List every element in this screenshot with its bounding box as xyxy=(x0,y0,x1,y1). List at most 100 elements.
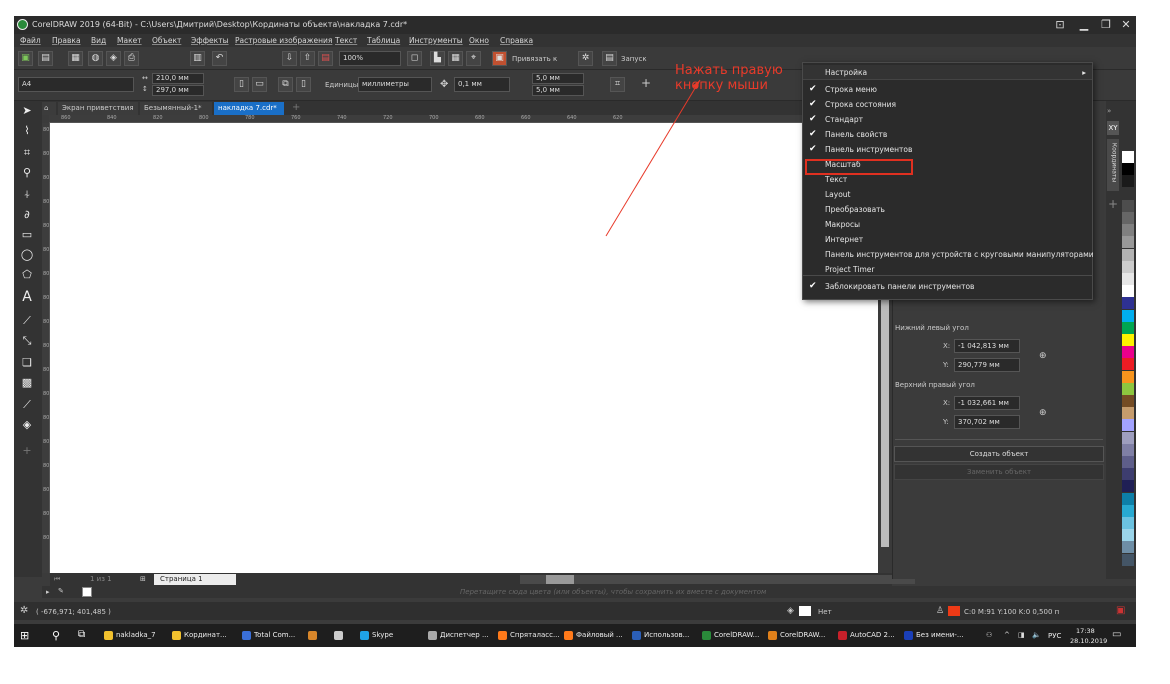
color-swatch[interactable] xyxy=(1122,382,1134,395)
menu-table[interactable]: Таблица xyxy=(367,36,400,45)
color-swatch[interactable] xyxy=(1122,468,1134,481)
shape-tool-icon[interactable]: ⌇ xyxy=(19,123,35,139)
color-swatch[interactable] xyxy=(1122,492,1134,505)
taskbar-app[interactable]: CorelDRAW... xyxy=(702,627,759,644)
duplicate-y-field[interactable]: 5,0 мм xyxy=(532,85,584,96)
fill-bucket-icon[interactable]: ◈ xyxy=(787,606,794,616)
text-tool-icon[interactable]: A xyxy=(19,289,35,305)
tray-up-icon[interactable]: ^ xyxy=(1004,631,1010,639)
menu-item[interactable]: ✔ Панель инструментов xyxy=(803,142,1092,157)
eyedropper-icon[interactable]: ⟋ xyxy=(19,397,35,413)
color-swatch[interactable] xyxy=(1122,273,1134,285)
snap-toggle-icon[interactable]: ▣ xyxy=(492,51,507,66)
color-swatch[interactable] xyxy=(1122,309,1134,322)
show-grid-icon[interactable]: ▦ xyxy=(448,51,463,66)
color-swatch[interactable] xyxy=(1122,285,1134,298)
portrait-icon[interactable]: ▯ xyxy=(234,77,249,92)
color-swatch[interactable] xyxy=(1122,151,1134,163)
menu-object[interactable]: Объект xyxy=(152,36,181,45)
color-swatch[interactable] xyxy=(1122,395,1134,407)
color-swatch[interactable] xyxy=(1122,443,1134,456)
home-icon[interactable]: ⌂ xyxy=(42,102,56,115)
taskbar-app[interactable]: Спряталасс... xyxy=(498,627,560,644)
add-icon[interactable]: + xyxy=(641,76,651,90)
start-windows-icon[interactable]: ⊞ xyxy=(20,629,29,642)
color-swatch[interactable] xyxy=(1122,504,1134,517)
volume-icon[interactable]: 🔈 xyxy=(1032,631,1041,639)
bl-anchor-icon[interactable]: ⊕ xyxy=(1039,351,1047,361)
color-swatch[interactable] xyxy=(1122,346,1134,359)
notifications-icon[interactable]: ▭ xyxy=(1112,629,1121,640)
current-page-icon[interactable]: ▯ xyxy=(296,77,311,92)
expand-icon[interactable]: » xyxy=(1107,107,1111,115)
zoom-tool-icon[interactable]: ⚲ xyxy=(19,165,35,181)
doc-palette-arrow-icon[interactable]: ▸ xyxy=(46,588,50,596)
create-object-button[interactable]: Создать объект xyxy=(894,446,1104,462)
network-icon[interactable]: ◨ xyxy=(1018,631,1025,639)
taskbar-app[interactable]: Total Com... xyxy=(242,627,295,644)
top-right-x-field[interactable]: -1 032,661 мм xyxy=(954,396,1020,410)
menu-view[interactable]: Вид xyxy=(91,36,106,45)
clock-date[interactable]: 28.10.2019 xyxy=(1070,637,1107,645)
menu-item[interactable]: ✔ Строка состояния xyxy=(803,97,1092,112)
page-height-field[interactable]: 297,0 мм xyxy=(152,85,204,96)
settings-gear-icon[interactable]: ✲ xyxy=(20,605,28,616)
first-page-icon[interactable]: ⏮ xyxy=(54,575,60,584)
taskbar-app[interactable]: nakladka_7 xyxy=(104,627,156,644)
horizontal-scrollbar-thumb[interactable] xyxy=(546,575,574,584)
color-swatch[interactable] xyxy=(1122,260,1134,273)
no-color-swatch[interactable] xyxy=(82,587,92,597)
taskbar-app[interactable]: CorelDRAW... xyxy=(768,627,825,644)
taskbar-app[interactable] xyxy=(308,627,320,644)
menu-item[interactable]: ✔ Строка меню xyxy=(803,82,1092,97)
add-tool-icon[interactable]: + xyxy=(19,443,35,459)
color-swatch[interactable] xyxy=(1122,199,1134,212)
menu-item[interactable]: Панель инструментов для устройств с круг… xyxy=(803,247,1094,262)
task-view-icon[interactable]: ⧉ xyxy=(78,629,85,640)
menu-item[interactable]: Настройка ▸ xyxy=(803,65,1092,80)
taskbar-app[interactable]: Диспетчер ... xyxy=(428,627,489,644)
artistic-media-icon[interactable]: ∂ xyxy=(19,207,35,223)
people-icon[interactable]: ⚇ xyxy=(986,631,992,639)
color-swatch[interactable] xyxy=(1122,407,1134,420)
menu-file[interactable]: Файл xyxy=(20,36,41,45)
color-swatch[interactable] xyxy=(1122,334,1134,346)
show-rulers-icon[interactable]: ▙ xyxy=(430,51,445,66)
color-swatch[interactable] xyxy=(1122,297,1134,310)
treat-as-filled-icon[interactable]: ⌗ xyxy=(610,77,625,92)
page-size-select[interactable]: A4 xyxy=(18,77,134,92)
full-screen-icon[interactable]: ◻ xyxy=(407,51,422,66)
menu-bitmaps[interactable]: Растровые изображения xyxy=(235,36,332,45)
launch-icon[interactable]: ▤ xyxy=(602,51,617,66)
drop-shadow-icon[interactable]: ❏ xyxy=(19,355,35,371)
parallel-dimension-icon[interactable]: ⟋ xyxy=(19,313,35,329)
color-swatch[interactable] xyxy=(1122,175,1134,188)
crop-tool-icon[interactable]: ⌗ xyxy=(19,145,35,161)
tab-nakladka[interactable]: накладка 7.cdr* xyxy=(214,102,284,115)
menu-effects[interactable]: Эффекты xyxy=(191,36,229,45)
rectangle-tool-icon[interactable]: ▭ xyxy=(19,227,35,243)
clock-time[interactable]: 17:38 xyxy=(1076,627,1095,635)
open-icon[interactable]: ▤ xyxy=(38,51,53,66)
close-button[interactable]: ✕ xyxy=(1116,18,1136,32)
menu-edit[interactable]: Правка xyxy=(52,36,81,45)
color-swatch[interactable] xyxy=(1122,236,1134,249)
menu-help[interactable]: Справка xyxy=(500,36,533,45)
taskbar-app[interactable]: Skype xyxy=(360,627,393,644)
color-swatch[interactable] xyxy=(1122,456,1134,468)
menu-layout[interactable]: Макет xyxy=(117,36,142,45)
new-document-icon[interactable]: ▣ xyxy=(18,51,33,66)
undo-icon[interactable]: ↶ xyxy=(212,51,227,66)
polygon-tool-icon[interactable]: ⬠ xyxy=(19,267,35,283)
all-pages-icon[interactable]: ⧉ xyxy=(278,77,293,92)
print-icon[interactable]: ⎙ xyxy=(124,51,139,66)
menu-item[interactable]: Layout xyxy=(803,187,1092,202)
menu-item[interactable]: ✔ Панель свойств xyxy=(803,127,1092,142)
language-indicator[interactable]: РУС xyxy=(1048,632,1061,640)
landscape-icon[interactable]: ▭ xyxy=(252,77,267,92)
bottom-left-x-field[interactable]: -1 042,813 мм xyxy=(954,339,1020,353)
add-docker-icon[interactable]: + xyxy=(1108,197,1118,211)
connector-tool-icon[interactable]: ⤡ xyxy=(19,333,35,349)
color-proof-icon[interactable]: ▣ xyxy=(1116,605,1125,616)
menu-item[interactable]: ✔ Заблокировать панели инструментов xyxy=(803,279,1092,294)
